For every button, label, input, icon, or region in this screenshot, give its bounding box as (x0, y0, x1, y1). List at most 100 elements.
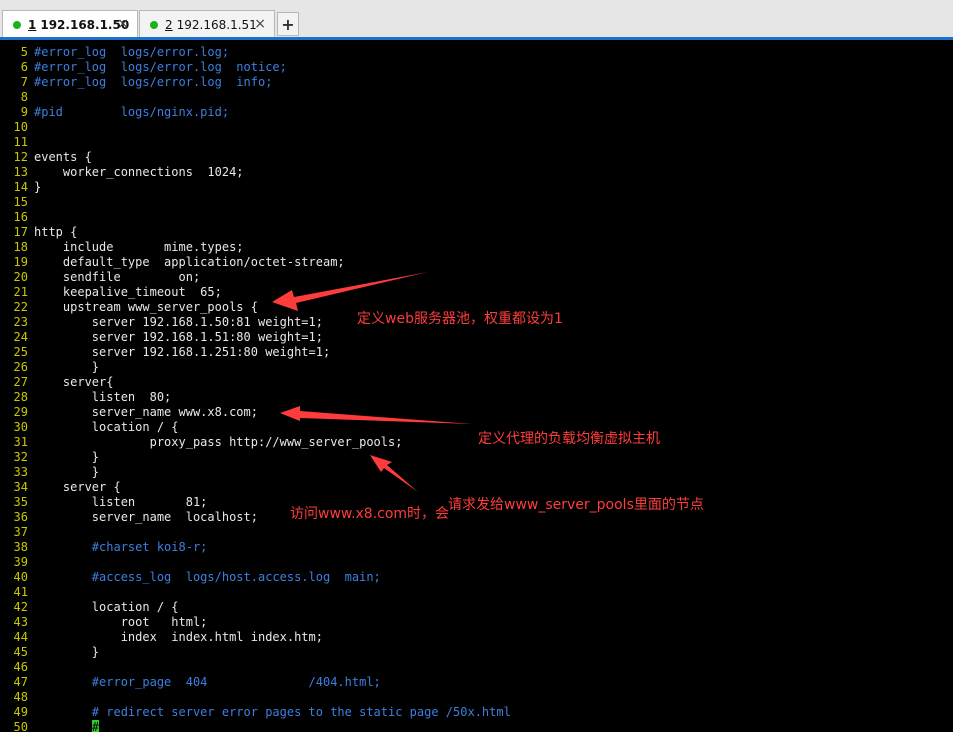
line-number: 12 (13, 150, 28, 164)
close-tab-icon[interactable]: × (117, 16, 129, 32)
line-number: 29 (13, 405, 28, 419)
code-line: 38 #charset koi8-r; (0, 540, 208, 555)
line-number: 19 (13, 255, 28, 269)
code-line: 25 server 192.168.1.251:80 weight=1; (0, 345, 331, 360)
tab-bar: 1 192.168.1.50 × 2 192.168.1.51 × + (0, 0, 953, 40)
code-line: 8 (0, 90, 34, 105)
code-text: server 192.168.1.50:81 weight=1; (34, 315, 323, 329)
line-number: 31 (13, 435, 28, 449)
line-number: 46 (13, 660, 28, 674)
line-number: 5 (20, 45, 28, 59)
code-line: 48 (0, 690, 34, 705)
code-line: 11 (0, 135, 34, 150)
line-number: 39 (13, 555, 28, 569)
line-number: 22 (13, 300, 28, 314)
code-line: 19 default_type application/octet-stream… (0, 255, 345, 270)
code-line: 39 (0, 555, 34, 570)
line-number: 42 (13, 600, 28, 614)
text-cursor: # (91, 720, 100, 732)
line-number: 34 (13, 480, 28, 494)
line-number: 43 (13, 615, 28, 629)
code-text: location / { (34, 420, 179, 434)
line-number: 41 (13, 585, 28, 599)
code-line: 17 http { (0, 225, 78, 240)
line-number: 50 (13, 720, 28, 732)
code-line: 50 # (0, 720, 100, 732)
code-text: } (34, 645, 100, 659)
code-text: } (34, 465, 100, 479)
code-line: 26 } (0, 360, 99, 375)
code-line: 45 } (0, 645, 99, 660)
comment-text: #error_log logs/error.log info; (34, 75, 273, 89)
tab-number: 2 (165, 17, 173, 32)
code-line: 44 index index.html index.htm; (0, 630, 323, 645)
code-line: 13 worker_connections 1024; (0, 165, 244, 180)
line-number: 11 (13, 135, 28, 149)
annotation-server: 定义代理的负载均衡虚拟主机 (478, 431, 660, 447)
tab-session-1[interactable]: 1 192.168.1.50 × (2, 10, 138, 38)
line-number: 30 (13, 420, 28, 434)
code-line: 47 #error_page 404 /404.html; (0, 675, 381, 690)
line-number: 45 (13, 645, 28, 659)
code-line: 34 server { (0, 480, 121, 495)
code-text: } (34, 450, 100, 464)
code-line: 21 keepalive_timeout 65; (0, 285, 222, 300)
code-text: location / { (34, 600, 179, 614)
connected-status-icon (13, 20, 21, 29)
line-number: 38 (13, 540, 28, 554)
comment-text: #error_log logs/error.log notice; (34, 60, 287, 74)
code-text: server_name www.x8.com; (34, 405, 258, 419)
comment-text: # redirect server error pages to the sta… (34, 705, 511, 719)
close-tab-icon[interactable]: × (254, 16, 266, 32)
line-number: 8 (20, 90, 28, 104)
code-line: 33 } (0, 465, 99, 480)
code-line: 23 server 192.168.1.50:81 weight=1; (0, 315, 323, 330)
code-line: 7 #error_log logs/error.log info; (0, 75, 273, 90)
code-text: default_type application/octet-stream; (34, 255, 345, 269)
code-line: 24 server 192.168.1.51:80 weight=1; (0, 330, 323, 345)
code-line: 10 (0, 120, 34, 135)
code-line: 40 #access_log logs/host.access.log main… (0, 570, 381, 585)
code-text: events { (34, 150, 92, 164)
code-text: root html; (34, 615, 208, 629)
annotation-proxy-a: 访问www.x8.com时，会 (290, 506, 450, 522)
line-number: 25 (13, 345, 28, 359)
comment-text: #error_log logs/error.log; (34, 45, 230, 59)
code-text: sendfile on; (34, 270, 201, 284)
code-line: 42 location / { (0, 600, 179, 615)
code-line: 31 proxy_pass http://www_server_pools; (0, 435, 403, 450)
code-line: 36 server_name localhost; (0, 510, 258, 525)
code-text: } (34, 180, 42, 194)
code-text: server 192.168.1.251:80 weight=1; (34, 345, 331, 359)
line-number: 49 (13, 705, 28, 719)
code-line: 30 location / { (0, 420, 179, 435)
code-line: 6 #error_log logs/error.log notice; (0, 60, 287, 75)
comment-text: #access_log logs/host.access.log main; (34, 570, 381, 584)
line-number: 47 (13, 675, 28, 689)
new-tab-button[interactable]: + (277, 12, 299, 36)
line-number: 13 (13, 165, 28, 179)
code-text: keepalive_timeout 65; (34, 285, 222, 299)
line-number: 28 (13, 390, 28, 404)
code-text: worker_connections 1024; (34, 165, 244, 179)
line-number: 14 (13, 180, 28, 194)
code-text: include mime.types; (34, 240, 244, 254)
line-number: 33 (13, 465, 28, 479)
line-number: 21 (13, 285, 28, 299)
code-line: 9 #pid logs/nginx.pid; (0, 105, 229, 120)
line-number: 36 (13, 510, 28, 524)
code-line: 22 upstream www_server_pools { (0, 300, 258, 315)
code-line: 32 } (0, 450, 99, 465)
code-text: server_name localhost; (34, 510, 258, 524)
code-line: 14} (0, 180, 42, 195)
line-number: 44 (13, 630, 28, 644)
tab-session-2[interactable]: 2 192.168.1.51 × (139, 10, 275, 38)
code-text: listen 81; (34, 495, 208, 509)
terminal-screen[interactable]: 5 #error_log logs/error.log; 6 #error_log l… (0, 43, 953, 732)
code-text: server 192.168.1.51:80 weight=1; (34, 330, 323, 344)
annotation-proxy-b: 请求发给www_server_pools里面的节点 (448, 497, 704, 513)
